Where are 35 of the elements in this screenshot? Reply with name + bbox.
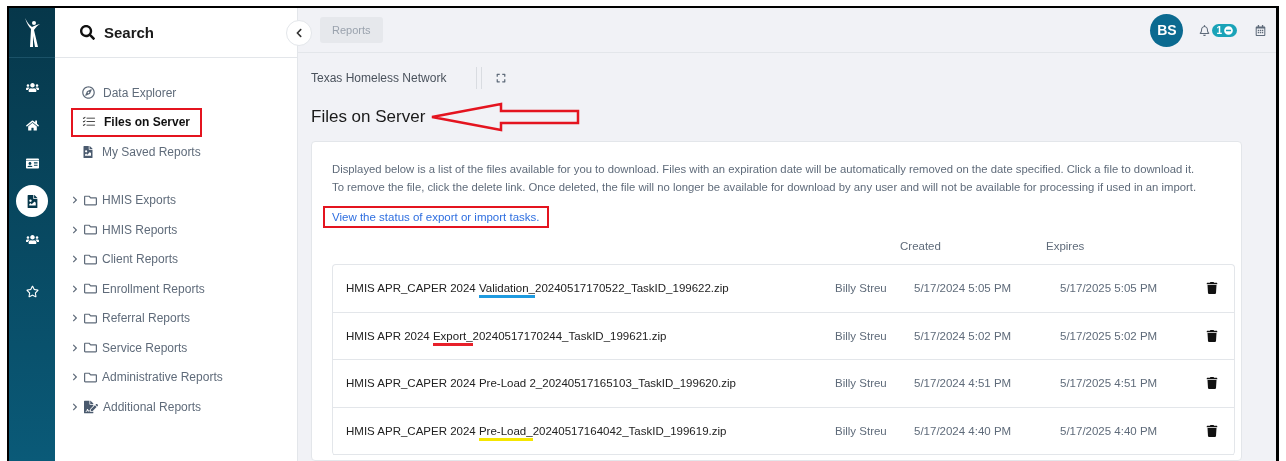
search-label[interactable]: Search — [104, 24, 155, 41]
table-cell-text: 5/17/2024 5:02 PM — [914, 329, 1013, 342]
table-cell-text: 5/17/2024 5:05 PM — [914, 282, 1013, 295]
column-header: Created — [900, 240, 942, 252]
description-text: To remove the file, click the delete link. Once deleted, the file will no longer be available for download by any user and will not be available for processing if used in an import. — [332, 180, 1198, 195]
sidebar-link[interactable]: Files on Server — [71, 107, 203, 137]
table-cell-text: Billy Streu — [835, 329, 888, 342]
page-heading: Files on Server — [311, 107, 426, 127]
file-name[interactable]: HMIS APR_CAPER 2024 Validation_20240517170522_TaskID_199622.zip — [346, 282, 835, 295]
description-text: Displayed below is a list of the files available for you to download. Files with an expiration date will be automatically removed on the date specified. Click a file to download it. — [332, 162, 1196, 177]
file-name[interactable]: HMIS APR_CAPER 2024 Pre-Load 2_20240517165103_TaskID_199620.zip — [346, 377, 835, 390]
table-cell-text: 5/17/2025 5:02 PM — [1060, 329, 1159, 342]
sidebar-link[interactable]: Data Explorer — [71, 78, 189, 108]
folder-item[interactable]: Additional Reports — [71, 392, 297, 422]
table-cell-text: 5/17/2024 4:40 PM — [914, 424, 1013, 437]
table-cell-text: Billy Streu — [835, 424, 888, 437]
avatar[interactable]: BS — [1150, 13, 1184, 47]
folder-item[interactable]: Enrollment Reports — [71, 274, 297, 304]
organization-name: Texas Homeless Network — [311, 67, 478, 89]
folder-item[interactable]: Client Reports — [71, 244, 297, 274]
folder-item[interactable]: HMIS Exports — [71, 185, 297, 215]
folder-item[interactable]: Referral Reports — [71, 303, 297, 333]
folder-item[interactable]: Service Reports — [71, 333, 297, 363]
sidebar-link[interactable]: My Saved Reports — [71, 137, 213, 167]
table-cell-text: 5/17/2024 4:51 PM — [914, 377, 1013, 390]
folder-item[interactable]: Administrative Reports — [71, 362, 297, 392]
folder-item[interactable]: HMIS Reports — [71, 215, 297, 245]
column-header: Expires — [1046, 240, 1086, 252]
table-cell-text: 5/17/2025 5:05 PM — [1060, 282, 1159, 295]
table-cell-text: Billy Streu — [835, 282, 888, 295]
table-cell-text: Billy Streu — [835, 377, 888, 390]
table-cell-text: 5/17/2025 4:40 PM — [1060, 424, 1159, 437]
notification-badge: 1 — [1212, 23, 1237, 37]
table-cell-text: 5/17/2025 4:51 PM — [1060, 377, 1159, 390]
status-link[interactable]: View the status of export or import tasks. — [323, 206, 549, 228]
